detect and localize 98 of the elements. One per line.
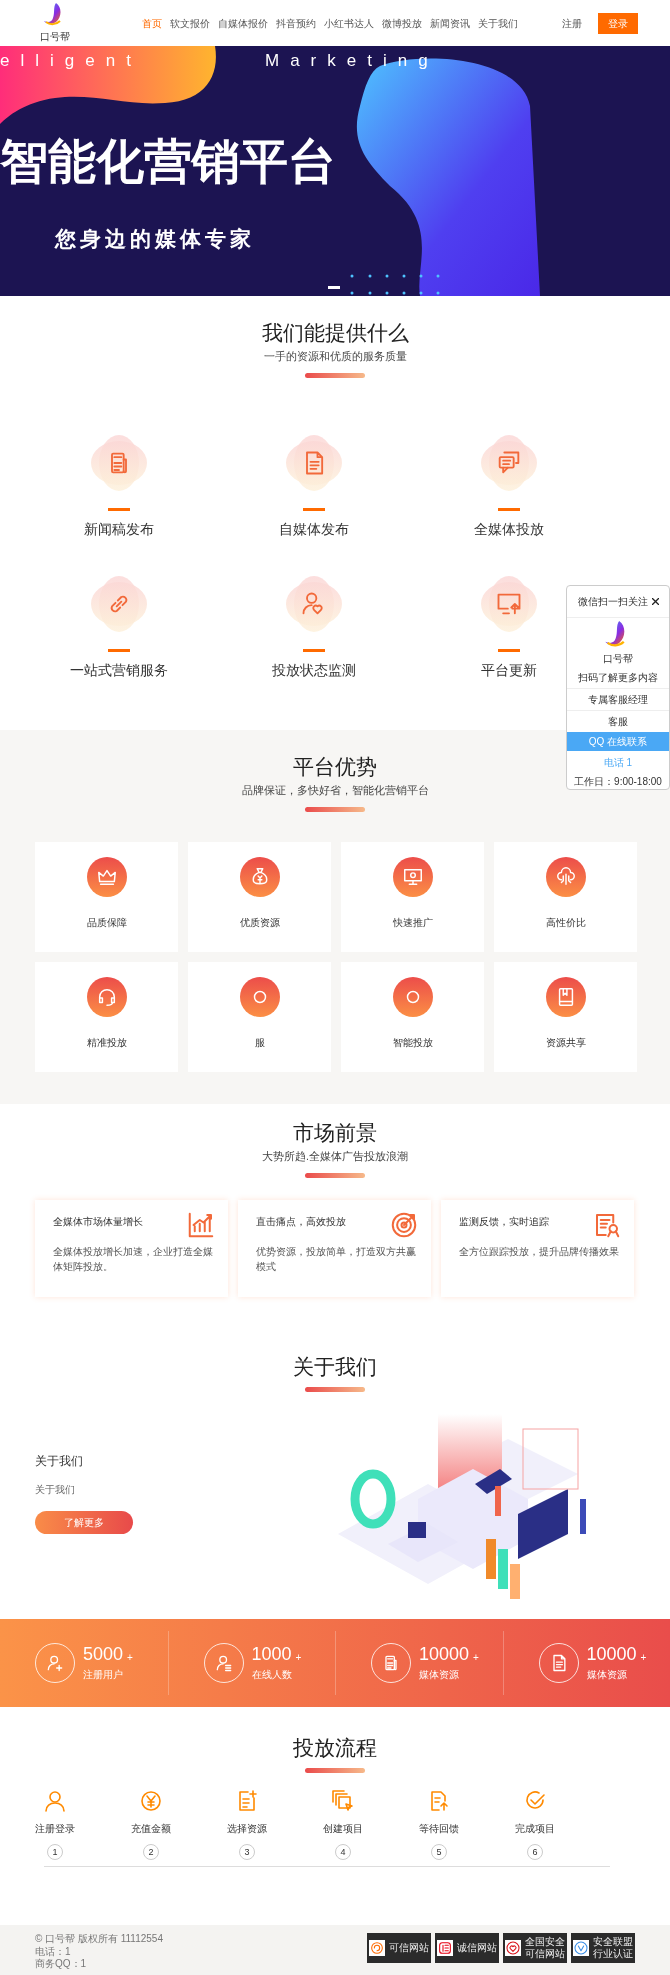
- about-text: 关于我们: [35, 1483, 76, 1497]
- trust-badge[interactable]: 诚信网站: [435, 1933, 499, 1963]
- working-hours: 工作日：9:00-18:00: [573, 775, 663, 789]
- section-title: 投放流程: [293, 1735, 377, 1761]
- step-label: 选择资源: [227, 1822, 267, 1837]
- yen-coin-icon: [139, 1789, 163, 1814]
- logo-text: 口号帮: [603, 652, 633, 666]
- title-underline: [305, 806, 365, 812]
- service-label: 一站式营销服务: [70, 660, 169, 680]
- market-card-title: 直击痛点，高效投放: [256, 1214, 346, 1229]
- stat-value: 10000: [419, 1644, 470, 1663]
- nav-link[interactable]: 新闻资讯: [430, 15, 470, 31]
- advantage-label: 智能投放: [392, 1035, 433, 1050]
- nav-link[interactable]: 软文报价: [170, 15, 210, 31]
- title-underline: [305, 1768, 365, 1774]
- badge-label: 可信网站: [389, 1942, 429, 1954]
- stat-label: 注册用户: [83, 1667, 124, 1682]
- step-number: 3: [239, 1844, 255, 1861]
- service-label: 平台更新: [480, 660, 537, 680]
- market-card-text: 优势资源，投放简单，打造双方共赢模式: [256, 1244, 417, 1274]
- stat-unit: +: [473, 1652, 479, 1663]
- badge-label: 安全联盟行业认证: [593, 1936, 633, 1960]
- section-subtitle: 大势所趋.全媒体广告投放浪潮: [262, 1149, 408, 1165]
- trust-badge[interactable]: 可信网站: [367, 1933, 431, 1963]
- close-icon[interactable]: [651, 598, 659, 605]
- trust-badge[interactable]: 安全联盟行业认证: [571, 1933, 635, 1963]
- advantage-label: 高性价比: [545, 915, 586, 930]
- market-card-text: 全媒体投放增长加速，企业打造全媒体矩阵投放。: [53, 1244, 214, 1274]
- advantage-label: 资源共享: [545, 1035, 586, 1050]
- nav-link[interactable]: 微博投放: [382, 15, 422, 31]
- trust-badge[interactable]: 全国安全可信网站: [503, 1933, 567, 1963]
- step-number: 6: [527, 1844, 543, 1861]
- stat-value: 1000: [251, 1644, 292, 1663]
- banner-subtitle: 您身边的媒体专家: [55, 228, 255, 249]
- market-card-title: 全媒体市场体量增长: [53, 1214, 143, 1229]
- step-number: 2: [143, 1844, 159, 1861]
- about-heading: 关于我们: [35, 1453, 84, 1470]
- step-label: 注册登录: [35, 1822, 75, 1837]
- panel-caption: 扫码了解更多内容: [578, 671, 658, 685]
- stat-unit: +: [295, 1652, 302, 1663]
- nav-link[interactable]: 抖音预约: [276, 15, 316, 31]
- register-link[interactable]: 注册: [562, 15, 582, 31]
- stat-label: 媒体资源: [419, 1667, 460, 1682]
- stat-value: 5000: [83, 1644, 124, 1663]
- stat-label: 在线人数: [251, 1667, 293, 1682]
- nav-link[interactable]: 关于我们: [478, 15, 518, 31]
- service-label: 全媒体投放: [473, 519, 544, 539]
- advantage-label: 品质保障: [86, 915, 127, 930]
- service-label: 投放状态监测: [272, 660, 356, 680]
- banner-word: elligent: [0, 50, 142, 72]
- footer-text: © 口号帮 版权所有 11112554: [35, 1933, 163, 1946]
- service-label: 新闻稿发布: [84, 519, 155, 539]
- step-label: 充值金额: [131, 1822, 171, 1837]
- cloud-circuit-icon: [554, 865, 577, 888]
- stat-label: 媒体资源: [586, 1667, 628, 1682]
- step-label: 完成项目: [515, 1822, 555, 1837]
- advantage-label: 优质资源: [239, 915, 280, 930]
- user-icon: [43, 1789, 67, 1814]
- step-number: 1: [47, 1844, 63, 1861]
- nav-link[interactable]: 小红书达人: [324, 15, 374, 31]
- section-subtitle: 品牌保证，多快好省，智能化营销平台: [241, 783, 429, 799]
- section-subtitle: 一手的资源和优质的服务质量: [263, 349, 407, 365]
- section-title: 关于我们: [293, 1354, 377, 1380]
- stat-unit: +: [127, 1652, 133, 1663]
- badge-label: 全国安全可信网站: [525, 1936, 565, 1960]
- manager-text: 专属客服经理: [567, 688, 669, 710]
- step-number: 5: [431, 1844, 447, 1861]
- banner-word: Marketing: [265, 50, 439, 72]
- footer-text: 电话：1: [35, 1945, 72, 1958]
- logo-text: 口号帮: [40, 29, 70, 44]
- section-title: 市场前景: [293, 1120, 377, 1146]
- stat-unit: +: [640, 1652, 647, 1663]
- step-label: 创建项目: [323, 1822, 363, 1837]
- swirl-icon: [369, 1940, 385, 1956]
- title-underline: [305, 1172, 365, 1178]
- title-underline: [305, 1387, 365, 1393]
- add-user-icon: [45, 1653, 65, 1673]
- seal-icon: [437, 1940, 453, 1956]
- banner-title: 智能化营销平台: [0, 138, 336, 186]
- stat-value: 10000: [586, 1644, 637, 1663]
- shield-icon: [573, 1940, 589, 1956]
- panel-header: 微信扫一扫关注: [577, 595, 648, 609]
- nav-link[interactable]: 自媒体报价: [218, 15, 268, 31]
- badge-label: 诚信网站: [457, 1942, 497, 1954]
- copy-cursor-icon: [331, 1789, 355, 1814]
- advantage-label: 服: [254, 1035, 265, 1050]
- advantage-label: 快速推广: [392, 915, 433, 930]
- advantage-label: 精准投放: [86, 1035, 127, 1050]
- section-title: 平台优势: [293, 754, 377, 780]
- heart-icon: [505, 1940, 521, 1956]
- market-card-text: 全方位跟踪投放，提升品牌传播效果: [459, 1244, 620, 1259]
- step-number: 4: [335, 1844, 351, 1861]
- service-label: 自媒体发布: [279, 519, 349, 539]
- step-label: 等待回馈: [419, 1822, 459, 1837]
- title-underline: [305, 372, 365, 378]
- footer-text: 商务QQ：1: [35, 1958, 88, 1971]
- section-title: 我们能提供什么: [261, 320, 409, 346]
- market-card-title: 监测反馈，实时追踪: [459, 1214, 549, 1229]
